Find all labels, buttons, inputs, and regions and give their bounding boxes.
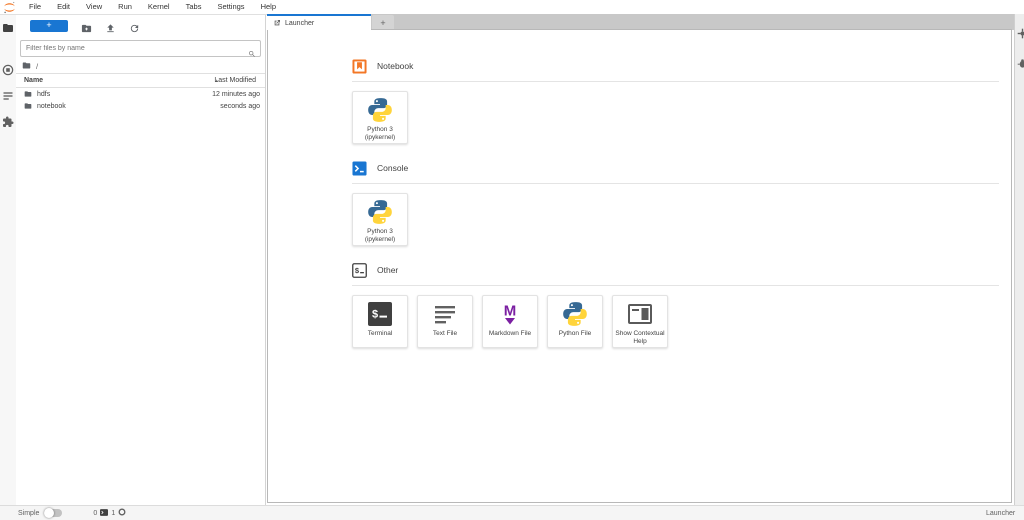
new-tab-button[interactable]: +: [372, 15, 394, 30]
simple-mode-toggle[interactable]: Simple: [18, 509, 62, 517]
section-title: Console: [377, 163, 408, 173]
file-browser-panel: + /: [16, 15, 266, 505]
notebook-icon: [352, 59, 367, 74]
menu-settings[interactable]: Settings: [209, 0, 252, 14]
menu-file[interactable]: File: [21, 0, 49, 14]
launcher-section-console: Console Python 3 (ipykernel): [352, 160, 1011, 246]
menu-kernel[interactable]: Kernel: [140, 0, 178, 14]
divider: [352, 81, 999, 82]
file-row-notebook[interactable]: notebook seconds ago: [16, 100, 265, 112]
column-last-modified[interactable]: Last Modified: [214, 77, 256, 84]
running-kernels-tab-icon[interactable]: [2, 63, 14, 75]
card-label: Python File: [557, 330, 594, 338]
menu-help[interactable]: Help: [253, 0, 284, 14]
refresh-icon[interactable]: [129, 21, 140, 32]
table-of-contents-tab-icon[interactable]: [2, 89, 14, 101]
menu-bar: File Edit View Run Kernel Tabs Settings …: [0, 0, 1024, 15]
tab-bar: Launcher +: [267, 14, 1014, 30]
python-file-card[interactable]: Python File: [547, 295, 603, 348]
upload-icon[interactable]: [105, 21, 116, 32]
divider: [352, 285, 999, 286]
breadcrumb: /: [16, 59, 265, 73]
contextual-help-icon: [627, 301, 653, 327]
folder-icon: [24, 90, 32, 98]
terminal-status-icon: [100, 509, 108, 518]
file-modified: 12 minutes ago: [212, 91, 260, 98]
menu-edit[interactable]: Edit: [49, 0, 78, 14]
tab-label: Launcher: [285, 20, 314, 27]
property-inspector-icon[interactable]: [1017, 26, 1024, 37]
kernel-terminal-status[interactable]: 0 1: [90, 508, 126, 518]
card-label: Python 3 (ipykernel): [363, 126, 397, 143]
launcher-section-other: $ Other $: [352, 262, 1011, 348]
file-filter-input[interactable]: [21, 45, 248, 52]
card-label: Terminal: [366, 330, 395, 338]
menu-tabs[interactable]: Tabs: [178, 0, 210, 14]
text-file-icon: [432, 301, 458, 327]
file-browser-toolbar: +: [16, 15, 265, 37]
python-logo-icon: [367, 97, 393, 123]
markdown-file-card[interactable]: M Markdown File: [482, 295, 538, 348]
file-filter-box: [20, 40, 261, 57]
menu-view[interactable]: View: [78, 0, 110, 14]
left-sidebar: [0, 15, 16, 505]
terminal-outline-icon: $: [352, 263, 367, 278]
card-label: Show Contextual Help: [613, 330, 667, 347]
markdown-icon: M: [497, 301, 523, 327]
file-name: notebook: [37, 103, 66, 110]
kernel-status-icon: [118, 508, 126, 518]
main-dock-panel: Launcher + Notebook: [267, 14, 1014, 505]
breadcrumb-root[interactable]: /: [36, 62, 38, 71]
terminal-icon: $: [367, 301, 393, 327]
card-label: Python 3 (ipykernel): [363, 228, 397, 245]
terminal-card[interactable]: $ Terminal: [352, 295, 408, 348]
status-bar: Simple 0 1 Launcher: [0, 505, 1024, 520]
launcher-section-notebook: Notebook Python 3 (ipykernel): [352, 58, 1011, 144]
section-title: Other: [377, 265, 398, 275]
kernels-count: 1: [111, 510, 115, 517]
show-contextual-help-card[interactable]: Show Contextual Help: [612, 295, 668, 348]
simple-label: Simple: [18, 510, 39, 517]
console-python3-card[interactable]: Python 3 (ipykernel): [352, 193, 408, 246]
tab-launcher[interactable]: Launcher: [267, 14, 371, 30]
search-icon: [248, 45, 256, 53]
status-bar-right-text: Launcher: [986, 506, 1024, 520]
launcher-tab-icon: [273, 14, 281, 32]
python-logo-icon: [562, 301, 588, 327]
right-sidebar: [1014, 14, 1024, 505]
file-browser-tab-icon[interactable]: [2, 21, 14, 33]
new-folder-icon[interactable]: [81, 21, 92, 32]
debugger-icon[interactable]: [1017, 56, 1024, 67]
jupyter-logo-icon: [3, 1, 17, 13]
section-title: Notebook: [377, 61, 413, 71]
python-logo-icon: [367, 199, 393, 225]
terminals-count: 0: [93, 510, 97, 517]
folder-icon: [24, 102, 32, 110]
toggle-switch[interactable]: [44, 509, 62, 517]
menu-run[interactable]: Run: [110, 0, 140, 14]
column-name[interactable]: Name: [16, 77, 43, 84]
extension-manager-tab-icon[interactable]: [2, 115, 14, 127]
card-label: Text File: [431, 330, 459, 338]
new-launcher-button[interactable]: +: [30, 20, 68, 32]
launcher-panel: Notebook Python 3 (ipykernel): [267, 29, 1012, 503]
card-label: Markdown File: [487, 330, 533, 338]
text-file-card[interactable]: Text File: [417, 295, 473, 348]
file-modified: seconds ago: [220, 103, 260, 110]
notebook-python3-card[interactable]: Python 3 (ipykernel): [352, 91, 408, 144]
file-list-header: Name ▲ Last Modified: [16, 73, 265, 88]
console-icon: [352, 161, 367, 176]
divider: [352, 183, 999, 184]
svg-text:M: M: [504, 303, 517, 320]
file-row-hdfs[interactable]: hdfs 12 minutes ago: [16, 88, 265, 100]
svg-text:$: $: [372, 309, 378, 321]
file-name: hdfs: [37, 91, 50, 98]
